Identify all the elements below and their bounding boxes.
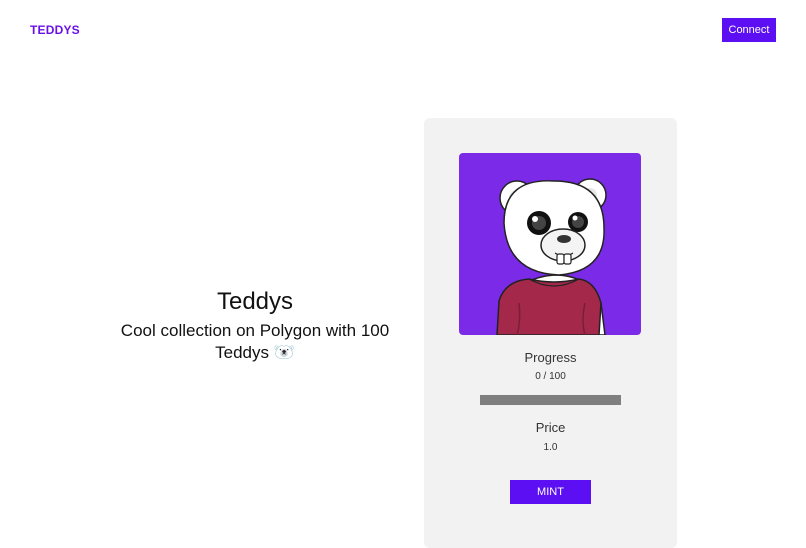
price-label: Price [535, 420, 566, 435]
progress-count: 0 / 100 [535, 371, 566, 382]
mint-button[interactable]: MINT [510, 480, 591, 504]
collection-intro: Teddys Cool collection on Polygon with 1… [105, 286, 405, 364]
progress-label: Progress [524, 350, 577, 365]
mint-card: Progress 0 / 100 Price 1.0 MINT [424, 118, 677, 548]
collection-title: Teddys [216, 288, 294, 315]
collection-description: Cool collection on Polygon with 100 Tedd… [120, 321, 390, 362]
progress-bar [480, 395, 621, 405]
connect-wallet-button[interactable]: Connect [722, 18, 776, 42]
polar-bear-illustration [496, 178, 607, 335]
brand-logo[interactable]: TEDDYS [30, 23, 80, 37]
price-value: 1.0 [543, 442, 558, 453]
nft-preview-image [459, 153, 641, 335]
